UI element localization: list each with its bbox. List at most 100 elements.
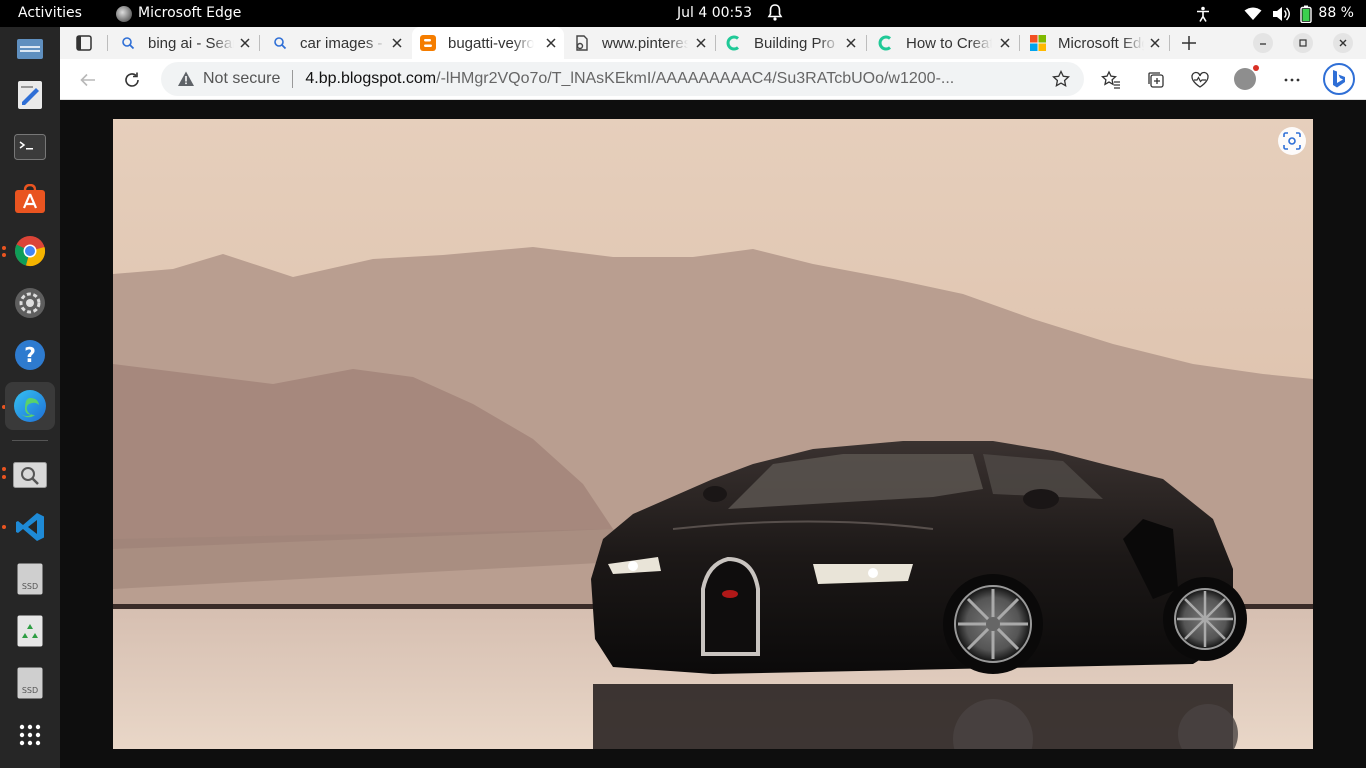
microsoft-icon	[1030, 35, 1046, 51]
drive-label: SSD	[22, 686, 38, 695]
volume-icon[interactable]	[1272, 6, 1291, 22]
navigation-bar: Not secure 4.bp.blogspot.com/-lHMgr2VQo7…	[60, 59, 1366, 100]
clock[interactable]: Jul 4 00:53	[677, 0, 752, 27]
accessibility-icon[interactable]	[1196, 6, 1210, 22]
settings-icon	[15, 288, 45, 318]
tab-car-images[interactable]: car images - Search	[264, 27, 410, 59]
close-icon[interactable]	[544, 36, 558, 50]
tab-separator	[259, 35, 260, 51]
bell-icon[interactable]	[767, 4, 783, 22]
collections-button[interactable]	[1145, 69, 1167, 91]
bing-chat-button[interactable]	[1323, 63, 1355, 95]
favorites-button[interactable]	[1100, 69, 1122, 91]
address-bar[interactable]: Not secure 4.bp.blogspot.com/-lHMgr2VQo7…	[161, 62, 1084, 96]
edge-icon	[14, 390, 46, 422]
star-icon[interactable]	[1052, 70, 1070, 88]
close-icon[interactable]	[998, 36, 1012, 50]
battery-icon[interactable]	[1300, 5, 1313, 23]
dock: ? SSD SSD	[0, 27, 60, 768]
new-tab-button[interactable]	[1180, 34, 1198, 52]
tab-building-pro[interactable]: Building Pro	[718, 27, 864, 59]
tab-title: car images - Search	[300, 34, 386, 52]
plus-icon	[1182, 36, 1196, 50]
grid-icon	[19, 724, 41, 746]
settings-more-button[interactable]	[1281, 69, 1303, 91]
url-path: /-lHMgr2VQo7o/T_lNAsKEkmI/AAAAAAAAAC4/Su…	[436, 70, 955, 87]
dock-edge[interactable]	[5, 382, 55, 430]
browser-window: bing ai - Search car images - Search bug…	[60, 27, 1366, 768]
drive-icon: SSD	[17, 667, 43, 699]
tab-separator	[866, 35, 867, 51]
back-arrow-icon	[80, 73, 95, 87]
tab-actions-button[interactable]	[74, 33, 94, 53]
tab-how-to-create[interactable]: How to Create	[870, 27, 1018, 59]
help-icon: ?	[15, 340, 45, 370]
tab-strip: bing ai - Search car images - Search bug…	[60, 27, 1366, 59]
refresh-button[interactable]	[121, 69, 143, 91]
close-icon[interactable]	[694, 36, 708, 50]
dock-help[interactable]: ?	[5, 331, 55, 379]
search-icon	[272, 35, 288, 51]
tab-separator	[107, 35, 108, 51]
dock-chrome[interactable]	[5, 227, 55, 275]
visual-search-button[interactable]	[1278, 127, 1306, 155]
dock-show-apps[interactable]	[5, 711, 55, 759]
close-icon[interactable]	[1148, 36, 1162, 50]
bugatti-veyron-image[interactable]	[113, 119, 1313, 749]
text-editor-icon	[18, 81, 42, 109]
close-icon[interactable]	[844, 36, 858, 50]
tab-title: bugatti-veyron	[448, 34, 534, 52]
activities-button[interactable]: Activities	[18, 0, 82, 27]
app-center-icon	[15, 184, 45, 213]
heart-pulse-icon	[1191, 71, 1209, 88]
dock-trash[interactable]	[5, 607, 55, 655]
collections-icon	[1148, 72, 1164, 88]
tab-title: How to Create	[906, 34, 992, 52]
dock-app-center[interactable]	[5, 175, 55, 223]
minimize-button[interactable]	[1253, 33, 1273, 53]
image-viewer-icon	[13, 462, 47, 488]
app-menu[interactable]: Microsoft Edge	[116, 0, 241, 27]
browser-essentials-button[interactable]	[1189, 69, 1211, 91]
warning-icon[interactable]	[177, 70, 195, 88]
vscode-icon	[16, 513, 44, 541]
dock-settings[interactable]	[5, 279, 55, 327]
close-icon[interactable]	[390, 36, 404, 50]
c-icon	[726, 35, 742, 51]
close-icon[interactable]	[238, 36, 252, 50]
dock-files[interactable]	[5, 25, 55, 73]
wifi-icon[interactable]	[1244, 7, 1262, 21]
tab-pinterest[interactable]: www.pinterest	[566, 27, 714, 59]
tab-bing-ai[interactable]: bing ai - Search	[112, 27, 258, 59]
trash-icon	[17, 615, 43, 647]
tab-title: bing ai - Search	[148, 34, 234, 52]
dock-ssd-drive[interactable]: SSD	[5, 659, 55, 707]
url-text[interactable]: 4.bp.blogspot.com/-lHMgr2VQo7o/T_lNAsKEk…	[305, 70, 1025, 88]
tab-bugatti-veyron[interactable]: bugatti-veyron	[412, 27, 564, 59]
edge-app-icon	[116, 5, 132, 22]
dock-vscode[interactable]	[5, 503, 55, 551]
favorites-icon	[1101, 70, 1120, 89]
dock-image-viewer[interactable]	[5, 451, 55, 499]
tab-microsoft-edge[interactable]: Microsoft Edge	[1022, 27, 1168, 59]
visual-search-icon	[1283, 132, 1301, 150]
tab-separator	[1019, 35, 1020, 51]
maximize-button[interactable]	[1293, 33, 1313, 53]
dock-ssd-drive[interactable]: SSD	[5, 555, 55, 603]
car-photo	[113, 119, 1313, 749]
tab-title: Building Pro	[754, 34, 835, 52]
svg-text:?: ?	[24, 343, 36, 367]
app-menu-label: Microsoft Edge	[138, 5, 242, 21]
back-button[interactable]	[77, 69, 99, 91]
drive-icon: SSD	[17, 563, 43, 595]
minimize-icon	[1260, 43, 1266, 45]
restore-icon	[1299, 39, 1307, 47]
tab-separator	[1169, 35, 1170, 51]
profile-avatar[interactable]	[1234, 65, 1259, 90]
security-status[interactable]: Not secure	[203, 70, 280, 88]
system-tray[interactable]: 88 %	[1196, 0, 1354, 27]
close-window-button[interactable]	[1333, 33, 1353, 53]
search-icon	[120, 35, 136, 51]
dock-text-editor[interactable]	[5, 71, 55, 119]
dock-terminal[interactable]	[5, 123, 55, 171]
